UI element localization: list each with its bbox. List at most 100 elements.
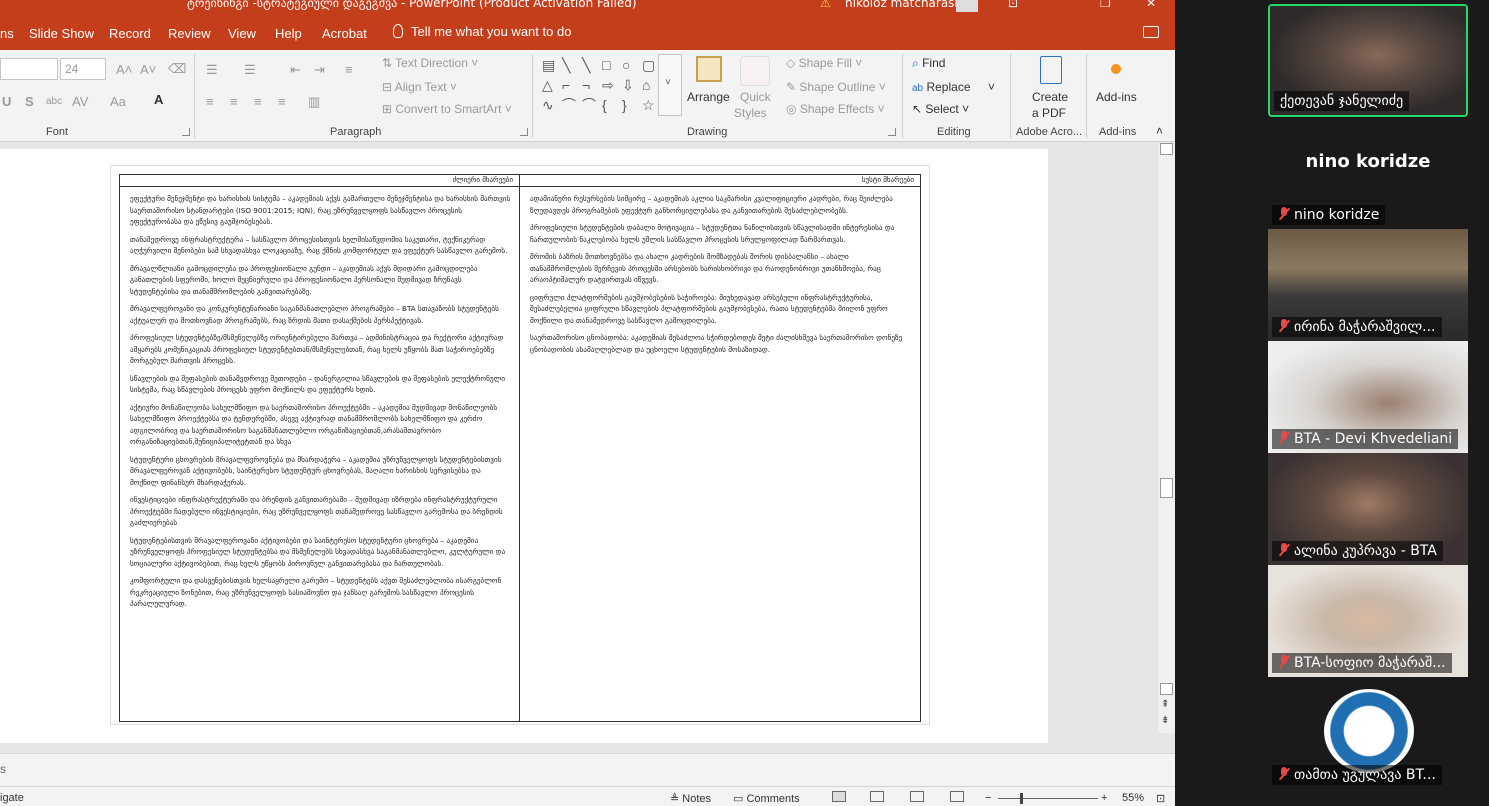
previous-slide-icon[interactable]: ⇞ (1161, 699, 1169, 710)
decrease-font-icon[interactable]: A˅ (140, 62, 156, 77)
addins-button[interactable]: Add-ins (1096, 90, 1137, 104)
underline-icon[interactable]: U (2, 94, 11, 109)
find-button[interactable]: ⌕ Find (912, 56, 945, 71)
zoom-out-icon[interactable]: − (985, 792, 991, 804)
shape-effects-button[interactable]: ◎ Shape Effects ˅ (786, 102, 885, 116)
restore-icon[interactable]: ❐ (1100, 0, 1111, 10)
create-pdf-label-1[interactable]: Create (1032, 90, 1068, 104)
align-left-icon[interactable]: ≡ (206, 94, 214, 109)
arc-shape-icon[interactable]: ⌒ (582, 98, 596, 112)
connector-shape-icon[interactable]: ⌐ (562, 78, 570, 92)
decrease-indent-icon[interactable]: ⇤ (290, 62, 301, 78)
tab-slide-show[interactable]: Slide Show (29, 26, 94, 41)
oval-shape-icon[interactable]: ○ (622, 58, 630, 72)
zoom-level[interactable]: 55% (1122, 792, 1144, 804)
font-color-icon[interactable]: A (154, 92, 163, 107)
numbering-icon[interactable]: ☰ (244, 62, 256, 78)
participant-tile[interactable]: თამთა უგულავა BT... (1268, 677, 1468, 789)
pdf-icon[interactable] (1040, 56, 1062, 84)
curve-shape-icon[interactable]: ⌒ (562, 98, 576, 112)
clear-format-icon[interactable]: ⌫ (168, 61, 186, 77)
tab-view[interactable]: View (228, 26, 256, 41)
participant-tile[interactable]: BTA - Devi Khvedeliani (1268, 341, 1468, 453)
font-size-input[interactable]: 24 (60, 58, 106, 80)
shape-outline-button[interactable]: ✎ Shape Outline ˅ (786, 80, 886, 94)
avatar[interactable] (956, 0, 978, 12)
align-right-icon[interactable]: ≡ (254, 94, 262, 109)
navigate-label[interactable]: igate (0, 792, 24, 804)
increase-indent-icon[interactable]: ⇥ (314, 62, 325, 78)
tab-acrobat[interactable]: Acrobat (322, 26, 367, 41)
quick-styles-label-2[interactable]: Styles (734, 106, 767, 120)
rounded-rect-shape-icon[interactable]: ▢ (642, 58, 655, 72)
brace-right-shape-icon[interactable]: } (622, 98, 627, 112)
zoom-slider[interactable] (998, 798, 1098, 799)
align-center-icon[interactable]: ≡ (230, 94, 238, 109)
comment-icon[interactable] (1143, 26, 1159, 38)
participant-tile[interactable]: ქეთევან ჯანელიძე (1268, 4, 1468, 117)
strikethrough-icon[interactable]: abc (46, 96, 62, 107)
font-launcher-icon[interactable] (182, 128, 190, 136)
zoom-in-icon[interactable]: + (1101, 792, 1107, 804)
addins-icon[interactable] (1111, 64, 1121, 74)
scroll-up-icon[interactable] (1160, 143, 1173, 155)
arrange-button[interactable]: Arrange (687, 90, 730, 104)
tell-me-search[interactable]: Tell me what you want to do (393, 24, 571, 39)
close-icon[interactable]: ✕ (1146, 0, 1156, 10)
increase-font-icon[interactable]: A˄ (116, 62, 132, 77)
justify-icon[interactable]: ≡ (278, 94, 286, 109)
select-button[interactable]: ↖ Select ˅ (912, 102, 969, 116)
replace-button[interactable]: ab Replace ˅ (912, 80, 995, 94)
notes-button[interactable]: ≜ Notes (670, 792, 711, 805)
slideshow-view-icon[interactable] (950, 791, 964, 802)
textbox-shape-icon[interactable]: ▤ (542, 58, 555, 72)
notes-pane[interactable]: s (0, 753, 1175, 786)
comments-button[interactable]: ▭ Comments (733, 792, 800, 805)
tab-review[interactable]: Review (168, 26, 211, 41)
connector-shape-icon[interactable]: ¬ (582, 78, 590, 92)
tab-animations[interactable]: ns (0, 26, 14, 41)
ribbon-display-icon[interactable]: ⊡ (1008, 0, 1018, 10)
line-spacing-icon[interactable]: ≡ (345, 62, 353, 77)
create-pdf-label-2[interactable]: a PDF (1032, 106, 1066, 120)
scroll-thumb[interactable] (1160, 478, 1173, 498)
drawing-launcher-icon[interactable] (888, 128, 896, 136)
arrow-right-shape-icon[interactable]: ⇨ (602, 78, 614, 92)
paragraph-launcher-icon[interactable] (520, 128, 528, 136)
quick-styles-icon[interactable] (740, 56, 770, 86)
gallery-more-button[interactable]: ˅ (658, 54, 682, 116)
normal-view-icon[interactable] (832, 791, 846, 802)
next-slide-icon[interactable]: ⇟ (1161, 715, 1169, 726)
participant-tile[interactable]: ალინა კუპრავა - BTA (1268, 453, 1468, 565)
columns-icon[interactable]: ▥ (308, 94, 320, 110)
star-shape-icon[interactable]: ☆ (642, 98, 655, 112)
triangle-shape-icon[interactable]: △ (542, 78, 553, 92)
char-spacing-icon[interactable]: AV (72, 94, 88, 109)
rectangle-shape-icon[interactable]: □ (602, 58, 610, 72)
tab-help[interactable]: Help (275, 26, 302, 41)
align-text-button[interactable]: ⊟ Align Text ˅ (382, 80, 457, 94)
flowchart-shape-icon[interactable]: ⌂ (642, 78, 650, 92)
arrow-down-shape-icon[interactable]: ⇩ (622, 78, 634, 92)
swot-table[interactable]: ძლიერი მხარეები ეფექტური მენეჯმენტი და ხ… (119, 174, 921, 722)
text-direction-button[interactable]: ⇅ Text Direction ˅ (382, 56, 478, 70)
tab-record[interactable]: Record (109, 26, 151, 41)
slide-canvas[interactable]: ძლიერი მხარეები ეფექტური მენეჯმენტი და ხ… (0, 149, 1048, 743)
vertical-scrollbar[interactable]: ⇞ ⇟ (1158, 143, 1175, 733)
change-case-icon[interactable]: Aa (110, 94, 126, 109)
scroll-down-icon[interactable] (1160, 683, 1173, 695)
shape-fill-button[interactable]: ◇ Shape Fill ˅ (786, 56, 862, 70)
line-shape-icon[interactable]: ╲ (562, 58, 570, 72)
zoom-slider-thumb[interactable] (1020, 793, 1023, 804)
participant-tile[interactable]: ირინა მაჭარაშვილ... (1268, 229, 1468, 341)
collapse-ribbon-icon[interactable]: ˄ (1156, 124, 1163, 138)
convert-smartart-button[interactable]: ⊞ Convert to SmartArt ˅ (382, 102, 512, 116)
curve-shape-icon[interactable]: ∿ (542, 98, 554, 112)
slide-sorter-icon[interactable] (870, 791, 884, 802)
arrange-icon[interactable] (696, 56, 722, 82)
fit-slide-icon[interactable]: ⊡ (1156, 792, 1165, 805)
reading-view-icon[interactable] (910, 791, 924, 802)
participant-tile[interactable]: BTA-სოფიო მაჭარაშ... (1268, 565, 1468, 677)
line-shape-icon[interactable]: ╲ (582, 58, 590, 72)
font-name-input[interactable] (0, 58, 58, 80)
